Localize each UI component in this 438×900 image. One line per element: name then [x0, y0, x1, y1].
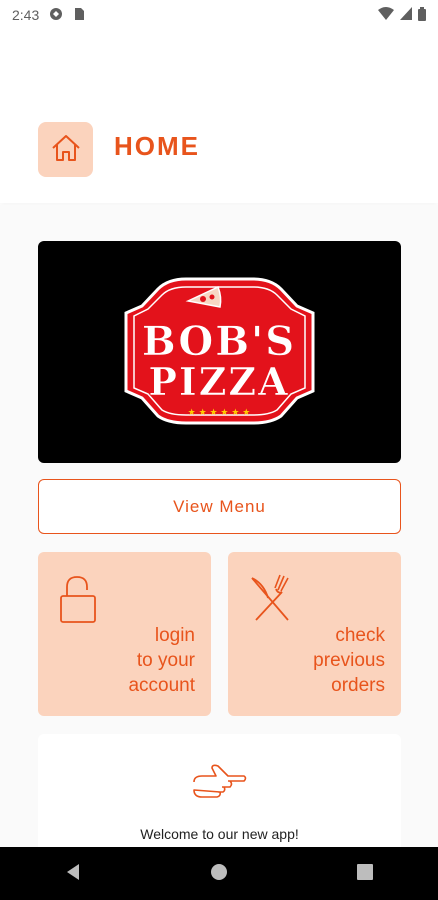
signal-icon	[400, 7, 412, 23]
login-label: login to your account	[128, 625, 195, 696]
back-button[interactable]	[43, 854, 103, 894]
svg-text:★ ★ ★ ★ ★ ★: ★ ★ ★ ★ ★ ★	[188, 408, 251, 418]
previous-orders-tile[interactable]: check previous orders	[228, 552, 401, 716]
notification-icon	[49, 7, 63, 24]
logo-line-1: BOB'S	[142, 318, 296, 365]
pointing-hand-icon	[190, 764, 248, 808]
system-nav-bar	[0, 847, 438, 900]
orders-label: check previous orders	[313, 625, 385, 696]
home-circle-icon	[210, 863, 228, 885]
lock-icon	[58, 574, 98, 628]
status-right	[378, 6, 426, 24]
bobs-pizza-logo: BOB'S PIZZA ★ ★ ★ ★ ★ ★	[124, 277, 315, 425]
status-bar: 2:43	[0, 0, 438, 30]
welcome-text: Welcome to our new app!	[140, 826, 299, 842]
status-time: 2:43	[12, 7, 40, 23]
sim-card-icon	[73, 7, 85, 24]
login-tile[interactable]: login to your account	[38, 552, 211, 716]
home-nav-button[interactable]	[189, 854, 249, 894]
main-content: BOB'S PIZZA ★ ★ ★ ★ ★ ★ View Menu login …	[0, 205, 438, 847]
welcome-card: Welcome to our new app!	[38, 734, 401, 847]
recents-button[interactable]	[335, 854, 395, 894]
home-icon-button[interactable]	[38, 122, 93, 177]
home-icon	[50, 133, 82, 167]
recents-icon	[357, 863, 373, 884]
page-title: HOME	[114, 131, 200, 161]
logo-line-2: PIZZA	[148, 359, 289, 404]
status-left: 2:43	[12, 7, 85, 24]
battery-icon	[418, 6, 426, 24]
wifi-icon	[378, 7, 394, 23]
fork-knife-icon	[248, 574, 292, 628]
rating-stars: ★ ★ ★ ★ ★ ★	[188, 408, 251, 418]
page-header: HOME	[0, 95, 438, 203]
view-menu-button[interactable]: View Menu	[38, 479, 401, 534]
back-icon	[65, 863, 81, 885]
restaurant-banner: BOB'S PIZZA ★ ★ ★ ★ ★ ★	[38, 241, 401, 463]
